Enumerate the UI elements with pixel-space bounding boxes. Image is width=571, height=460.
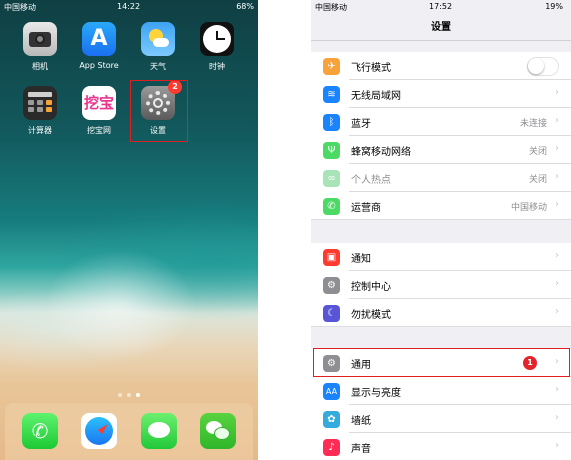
wechat-icon[interactable] — [200, 413, 236, 449]
hotspot-icon: ∞ — [323, 170, 340, 187]
page-indicator[interactable] — [116, 393, 144, 399]
row-label: 墙纸 — [351, 416, 371, 427]
chevron-right-icon: › — [555, 250, 559, 261]
chevron-right-icon: › — [555, 384, 559, 395]
row-label: 控制中心 — [351, 282, 391, 293]
display-icon: AA — [323, 383, 340, 400]
settings-row-control-center[interactable]: ⚙ 控制中心 › — [311, 271, 571, 299]
page-dot — [118, 393, 122, 397]
status-bar: 中国移动 14:22 68% — [0, 0, 258, 14]
settings-row-notifications[interactable]: ▣ 通知 › — [311, 243, 571, 271]
app-store-label: App Store — [79, 61, 119, 70]
row-value: 关闭 — [528, 147, 547, 157]
settings-row-wallpaper[interactable]: ✿ 墙纸 › — [311, 405, 571, 433]
battery-label: 68% — [236, 2, 254, 11]
chevron-right-icon: › — [555, 143, 559, 154]
page-title: 设置 — [431, 22, 451, 33]
settings-row-bluetooth[interactable]: ᛒ 蓝牙 未连接 › — [311, 108, 571, 136]
home-screen: 中国移动 14:22 68% 相机 A App Store 天气 时钟 计算器 … — [0, 0, 258, 460]
notifications-icon: ▣ — [323, 249, 340, 266]
clock-label: 时钟 — [209, 62, 225, 71]
general-highlight-box — [313, 348, 570, 377]
settings-row-wlan[interactable]: ≋ 无线局域网 › — [311, 80, 571, 108]
sound-icon: ♪ — [323, 439, 340, 456]
wabao-icon[interactable]: 挖宝 — [82, 86, 116, 120]
page-dot-current — [136, 393, 140, 397]
settings-row-hotspot[interactable]: ∞ 个人热点 关闭 › — [311, 164, 571, 192]
chevron-right-icon: › — [555, 199, 559, 210]
settings-highlight-box — [130, 80, 188, 142]
phone-icon: ✆ — [323, 198, 340, 215]
carrier-label: 中国移动 — [315, 3, 347, 12]
camera-app-icon[interactable] — [23, 22, 57, 56]
weather-label: 天气 — [150, 62, 166, 71]
nav-divider — [311, 40, 571, 41]
control-center-icon: ⚙ — [323, 277, 340, 294]
cellular-icon: Ψ — [323, 142, 340, 159]
settings-row-cellular[interactable]: Ψ 蜂窝移动网络 关闭 › — [311, 136, 571, 164]
row-label: 个人热点 — [351, 175, 391, 186]
status-bar: 中国移动 17:52 19% — [311, 0, 571, 14]
chevron-right-icon: › — [555, 115, 559, 126]
row-label: 蓝牙 — [351, 119, 371, 130]
page-dot — [127, 393, 131, 397]
dock: ✆ — [5, 403, 253, 460]
settings-row-carrier[interactable]: ✆ 运营商 中国移动 › — [311, 192, 571, 220]
clock-icon[interactable] — [200, 22, 234, 56]
row-label: 显示与亮度 — [351, 388, 401, 399]
settings-screen: 中国移动 17:52 19% 设置 ✈ 飞行模式 ≋ 无线局域网 › ᛒ 蓝牙 … — [311, 0, 571, 460]
row-label: 飞行模式 — [351, 63, 391, 74]
wallpaper-icon: ✿ — [323, 411, 340, 428]
status-time: 14:22 — [117, 2, 141, 11]
safari-icon[interactable] — [81, 413, 117, 449]
airplane-icon: ✈ — [323, 58, 340, 75]
status-time: 17:52 — [429, 2, 453, 11]
chevron-right-icon: › — [555, 278, 559, 289]
wifi-icon: ≋ — [323, 86, 340, 103]
row-label: 通知 — [351, 254, 371, 265]
chevron-right-icon: › — [555, 440, 559, 451]
row-label: 声音 — [351, 444, 371, 455]
carrier-label: 中国移动 — [4, 3, 36, 12]
chevron-right-icon: › — [555, 306, 559, 317]
row-label: 无线局域网 — [351, 91, 401, 102]
calculator-icon[interactable] — [23, 86, 57, 120]
wabao-label: 挖宝网 — [87, 126, 111, 135]
chevron-right-icon: › — [555, 87, 559, 98]
settings-row-do-not-disturb[interactable]: ☾ 勿扰模式 › — [311, 299, 571, 327]
row-label: 勿扰模式 — [351, 310, 391, 321]
row-label: 蜂窝移动网络 — [351, 147, 411, 158]
row-label: 运营商 — [351, 203, 381, 214]
airplane-mode-toggle[interactable] — [527, 57, 559, 76]
row-value: 关闭 — [528, 175, 547, 185]
camera-app-label: 相机 — [32, 62, 48, 71]
row-value: 未连接 — [519, 119, 547, 129]
settings-row-airplane-mode[interactable]: ✈ 飞行模式 — [311, 52, 571, 80]
settings-row-display-brightness[interactable]: AA 显示与亮度 › — [311, 377, 571, 405]
phone-icon[interactable]: ✆ — [22, 413, 58, 449]
chevron-right-icon: › — [555, 412, 559, 423]
weather-icon[interactable] — [141, 22, 175, 56]
messages-icon[interactable] — [141, 413, 177, 449]
app-store-icon[interactable]: A — [82, 22, 116, 56]
moon-icon: ☾ — [323, 305, 340, 322]
chevron-right-icon: › — [555, 171, 559, 182]
battery-label: 19% — [545, 2, 563, 11]
row-value: 中国移动 — [510, 203, 547, 213]
settings-row-sounds[interactable]: ♪ 声音 › — [311, 433, 571, 460]
bluetooth-icon: ᛒ — [323, 114, 340, 131]
calculator-label: 计算器 — [28, 126, 52, 135]
